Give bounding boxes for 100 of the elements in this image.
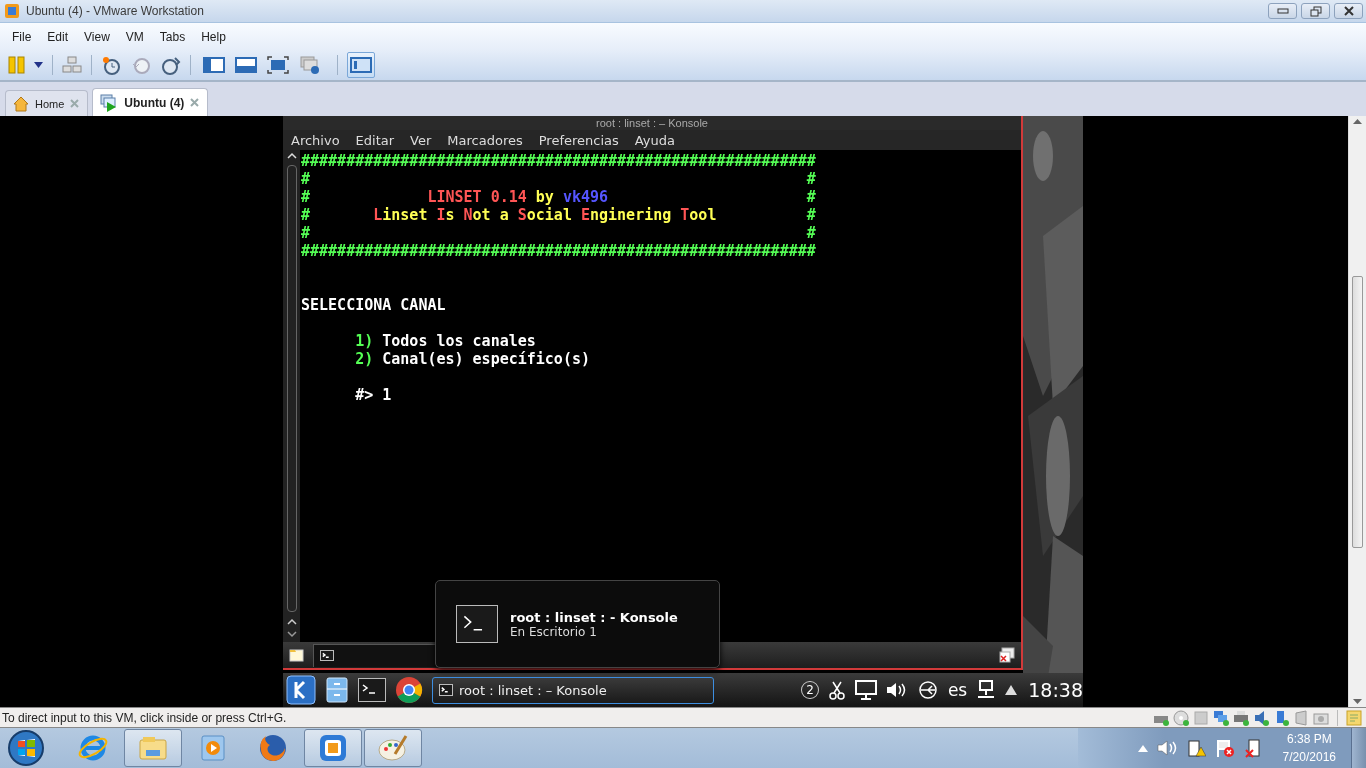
sidebar-view-icon — [203, 55, 225, 75]
terminal-text: inset — [382, 206, 429, 224]
taskbar-button[interactable]: root : linset : – Konsole — [432, 676, 715, 704]
terminal-icon[interactable] — [358, 678, 386, 702]
menu-item[interactable]: File — [6, 27, 38, 46]
terminal-text: # — [301, 188, 311, 206]
terminal-text: ool — [689, 206, 717, 224]
terminal-text: I — [436, 206, 446, 224]
minimize-icon — [1276, 8, 1289, 14]
window-title: Ubuntu (4) - VMware Workstation — [26, 4, 205, 18]
volume-icon[interactable] — [885, 681, 908, 699]
terminal-text: nginering — [590, 206, 673, 224]
vmware-icon — [317, 732, 349, 764]
terminal-text: 1) — [354, 332, 374, 350]
menu-item[interactable]: Ver — [406, 132, 436, 148]
minimize-button[interactable] — [1268, 3, 1297, 19]
terminal-text: N — [463, 206, 473, 224]
close-tab-icon[interactable] — [999, 647, 1015, 663]
menu-item[interactable]: Edit — [41, 27, 75, 46]
firefox-icon — [257, 732, 289, 764]
status-message: To direct input to this VM, click inside or press Ctrl+G. — [2, 710, 288, 725]
new-tab-icon[interactable] — [289, 647, 305, 663]
tab[interactable]: Home — [5, 90, 89, 116]
menu-item[interactable]: Tabs — [153, 27, 192, 46]
caret-icon[interactable] — [34, 62, 43, 68]
taskbar-button[interactable] — [124, 729, 182, 767]
terminal-text: # # — [301, 224, 816, 242]
terminal-text: ocial — [526, 206, 573, 224]
power-warning-icon[interactable] — [1185, 738, 1206, 758]
console-view-icon — [350, 55, 372, 75]
terminal-text: 2) — [354, 350, 374, 368]
terminal-text: s — [445, 206, 456, 224]
close-icon — [1342, 6, 1355, 16]
menu-item[interactable]: View — [78, 27, 116, 46]
snapshot-manager-icon[interactable] — [161, 55, 181, 75]
thumbnail-view-icon — [235, 55, 257, 75]
close-icon[interactable] — [190, 98, 200, 107]
scrollbar-thumb[interactable] — [1352, 275, 1363, 548]
vm-play-icon — [100, 93, 119, 112]
printer-icon[interactable] — [1233, 709, 1249, 726]
expand-tray-icon[interactable] — [1005, 685, 1018, 695]
terminal-text: S — [517, 206, 527, 224]
kde-logo-icon[interactable] — [286, 675, 316, 705]
monitor-icon[interactable] — [854, 680, 877, 700]
konsole-tab[interactable] — [313, 643, 437, 667]
menu-item[interactable]: Help — [195, 27, 232, 46]
scroll-down-icon[interactable] — [1353, 699, 1362, 704]
show-desktop-button[interactable] — [1351, 728, 1366, 768]
terminal-text: T — [680, 206, 690, 224]
terminal-text: ot a — [472, 206, 510, 224]
terminal-text: by — [534, 188, 554, 206]
scissors-icon[interactable] — [827, 680, 846, 700]
taskbar-button[interactable] — [364, 729, 422, 767]
view-button[interactable] — [347, 52, 375, 78]
terminal-text: ######################################################### — [301, 242, 816, 260]
notification-subtitle: En Escritorio 1 — [510, 624, 598, 639]
terminal-icon — [456, 605, 498, 643]
scroll-up-icon[interactable] — [286, 618, 297, 625]
terminal-text: SELECCIONA CANAL — [301, 296, 446, 314]
menu-item[interactable]: Archivo — [287, 132, 344, 148]
restore-icon — [1309, 5, 1322, 17]
file-manager-icon[interactable] — [325, 676, 349, 704]
usb-icon[interactable] — [916, 681, 939, 699]
menu-item[interactable]: Ayuda — [630, 132, 679, 148]
network-adapter-icon[interactable] — [1213, 709, 1229, 726]
scroll-down-icon[interactable] — [286, 631, 297, 638]
menu-item[interactable]: Preferencias — [534, 132, 623, 148]
home-icon — [13, 95, 29, 112]
chrome-icon[interactable] — [395, 676, 423, 704]
terminal-text: Todos los canales — [381, 332, 536, 350]
terminal-text: LINSET 0.14 — [427, 188, 527, 206]
scroll-up-icon[interactable] — [286, 152, 297, 159]
network-icon[interactable] — [976, 680, 997, 700]
scroll-up-icon[interactable] — [1353, 119, 1362, 124]
terminal-text: E — [580, 206, 590, 224]
keyboard-layout[interactable]: es — [947, 680, 968, 700]
terminal-text: vk496 — [561, 188, 609, 206]
menu-item[interactable]: Marcadores — [443, 132, 527, 148]
snapshot-icon[interactable] — [101, 55, 121, 75]
taskbar-button[interactable] — [304, 729, 362, 767]
menu-item[interactable]: Editar — [351, 132, 399, 148]
terminal-icon — [439, 684, 453, 696]
fullscreen-icon — [267, 55, 289, 75]
flag-error-icon[interactable] — [1214, 738, 1235, 758]
terminal-text: Canal(es) específico(s) — [381, 350, 590, 368]
terminal-icon — [320, 650, 334, 661]
terminal-text: ######################################################### — [301, 152, 816, 170]
scrollbar[interactable] — [286, 165, 297, 612]
menu-item[interactable]: VM — [119, 27, 150, 46]
restore-button[interactable] — [1301, 3, 1330, 19]
sound-icon[interactable] — [1253, 709, 1269, 726]
terminal-text: # — [805, 206, 816, 224]
start-button-icon[interactable] — [6, 728, 46, 768]
close-button[interactable] — [1334, 3, 1363, 19]
clock[interactable]: 18:38 — [1028, 679, 1083, 701]
terminal-text: L — [372, 206, 383, 224]
vmware-icon — [4, 3, 20, 19]
cd-icon[interactable] — [1173, 709, 1189, 726]
tab[interactable]: Ubuntu (4) — [92, 88, 209, 116]
terminal-text: #> 1 — [354, 386, 392, 404]
